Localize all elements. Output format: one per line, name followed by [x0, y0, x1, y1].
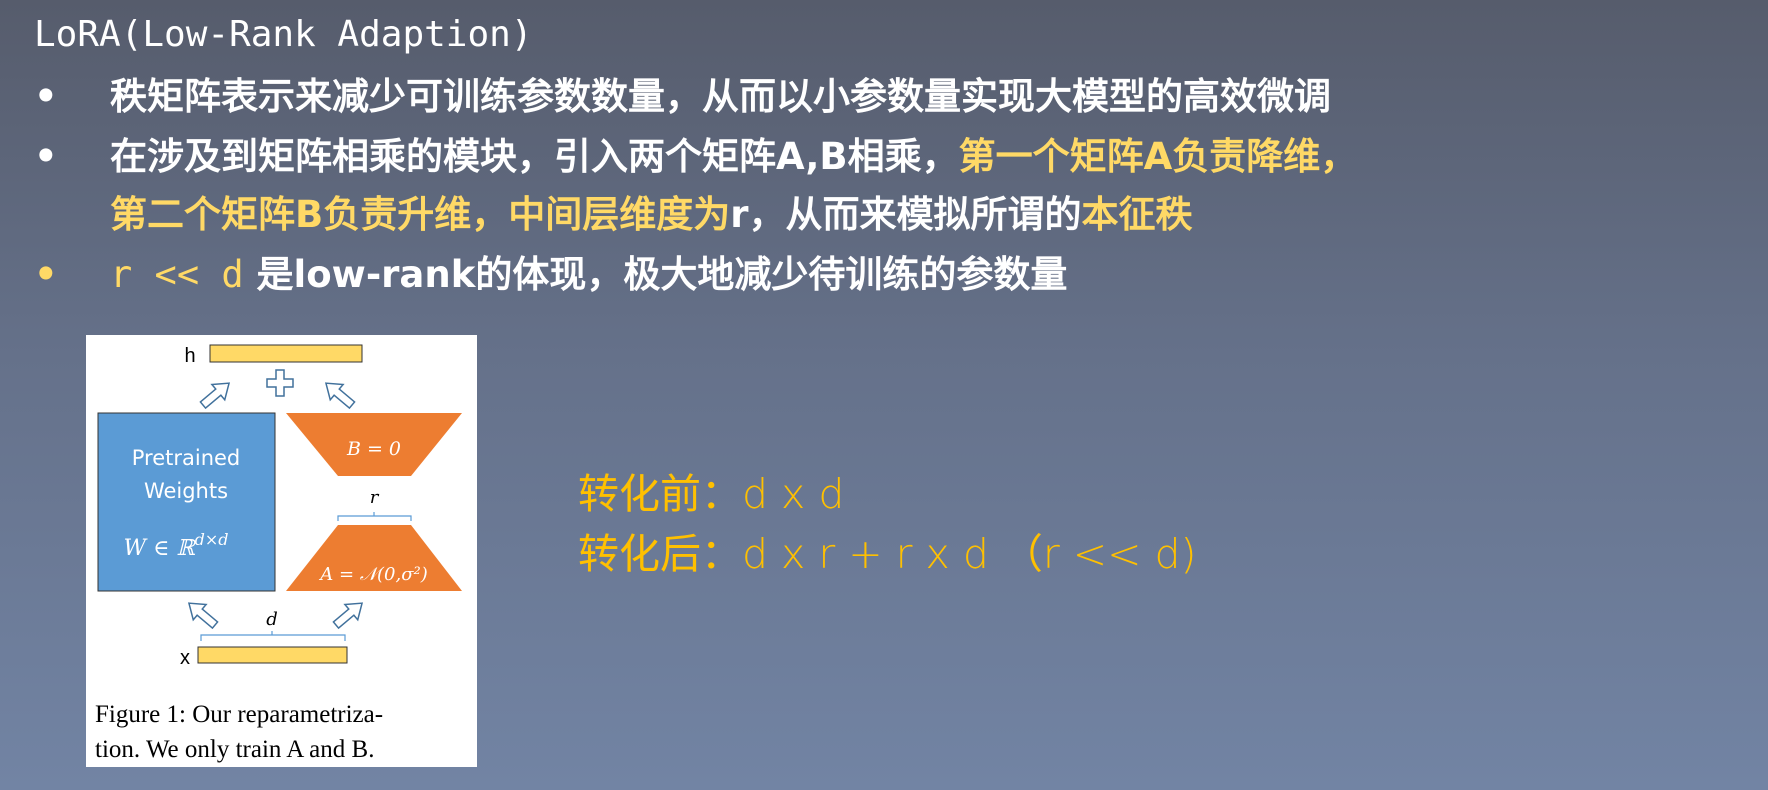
- bullet-text: ，从而来模拟所谓的: [748, 193, 1082, 236]
- d-brace: [200, 631, 346, 641]
- arrow-up-left-icon: [181, 594, 223, 634]
- bullet-highlight: 本征秩: [1081, 193, 1193, 236]
- bullet-highlight: 第二个矩阵B负责升维，中间层维度为: [110, 193, 731, 236]
- bullet-text: 秩矩阵表示来减少可训练参数数量，从而以小参数量实现大模型的高效微调: [110, 75, 1331, 118]
- d-label: d: [266, 609, 278, 630]
- bullet-dot: •: [34, 75, 58, 118]
- caption-line-1: Figure 1: Our reparametriza-: [95, 701, 383, 728]
- bullet-dot: •: [34, 253, 58, 296]
- arrow-up-left-icon: [318, 374, 360, 414]
- weights-label: Weights: [144, 479, 228, 503]
- bullet-text: r: [730, 193, 749, 236]
- bullet-text: 是low-rank的体现，极大地减少待训练的参数量: [243, 253, 1068, 296]
- h-label: h: [184, 345, 195, 367]
- a-label: A = 𝒩(0,σ²): [318, 564, 428, 585]
- x-label: x: [180, 647, 190, 669]
- arrow-up-right-icon: [195, 374, 237, 414]
- bullet-highlight: 第一个矩阵A负责降维，: [958, 135, 1358, 178]
- lora-diagram: h Pretrained Weights W ∈ ℝd×d B = 0 r A …: [95, 344, 462, 763]
- formula-before: 转化前：d x d: [578, 470, 845, 518]
- pretrained-label: Pretrained: [132, 446, 241, 470]
- b-label: B = 0: [346, 438, 401, 460]
- arrow-up-right-icon: [328, 594, 370, 634]
- lora-figure: h Pretrained Weights W ∈ ℝd×d B = 0 r A …: [86, 335, 477, 767]
- caption-line-2: tion. We only train A and B.: [95, 736, 374, 763]
- r-label: r: [370, 487, 380, 508]
- slide-title: LoRA(Low-Rank Adaption): [34, 14, 533, 55]
- bullet-1: • 秩矩阵表示来减少可训练参数数量，从而以小参数量实现大模型的高效微调: [34, 68, 1331, 126]
- param-formulas: 转化前：d x d 转化后：d x r + r x d （r << d): [578, 464, 1197, 584]
- bullet-text: 在涉及到矩阵相乘的模块，引入两个矩阵A,B相乘，: [110, 135, 959, 178]
- r-brace: [337, 512, 412, 521]
- formula-after: 转化后：d x r + r x d （r << d): [578, 530, 1197, 578]
- bullet-3: • r << d 是low-rank的体现，极大地减少待训练的参数量: [34, 246, 1067, 304]
- plus-icon: [266, 369, 294, 397]
- bullet-2: • 在涉及到矩阵相乘的模块，引入两个矩阵A,B相乘，第一个矩阵A负责降维， 第二个矩…: [34, 128, 1357, 244]
- bullet-dot: •: [34, 135, 58, 178]
- h-vector: [209, 344, 363, 363]
- x-vector: [197, 646, 348, 664]
- bullet-highlight: r << d: [110, 253, 244, 296]
